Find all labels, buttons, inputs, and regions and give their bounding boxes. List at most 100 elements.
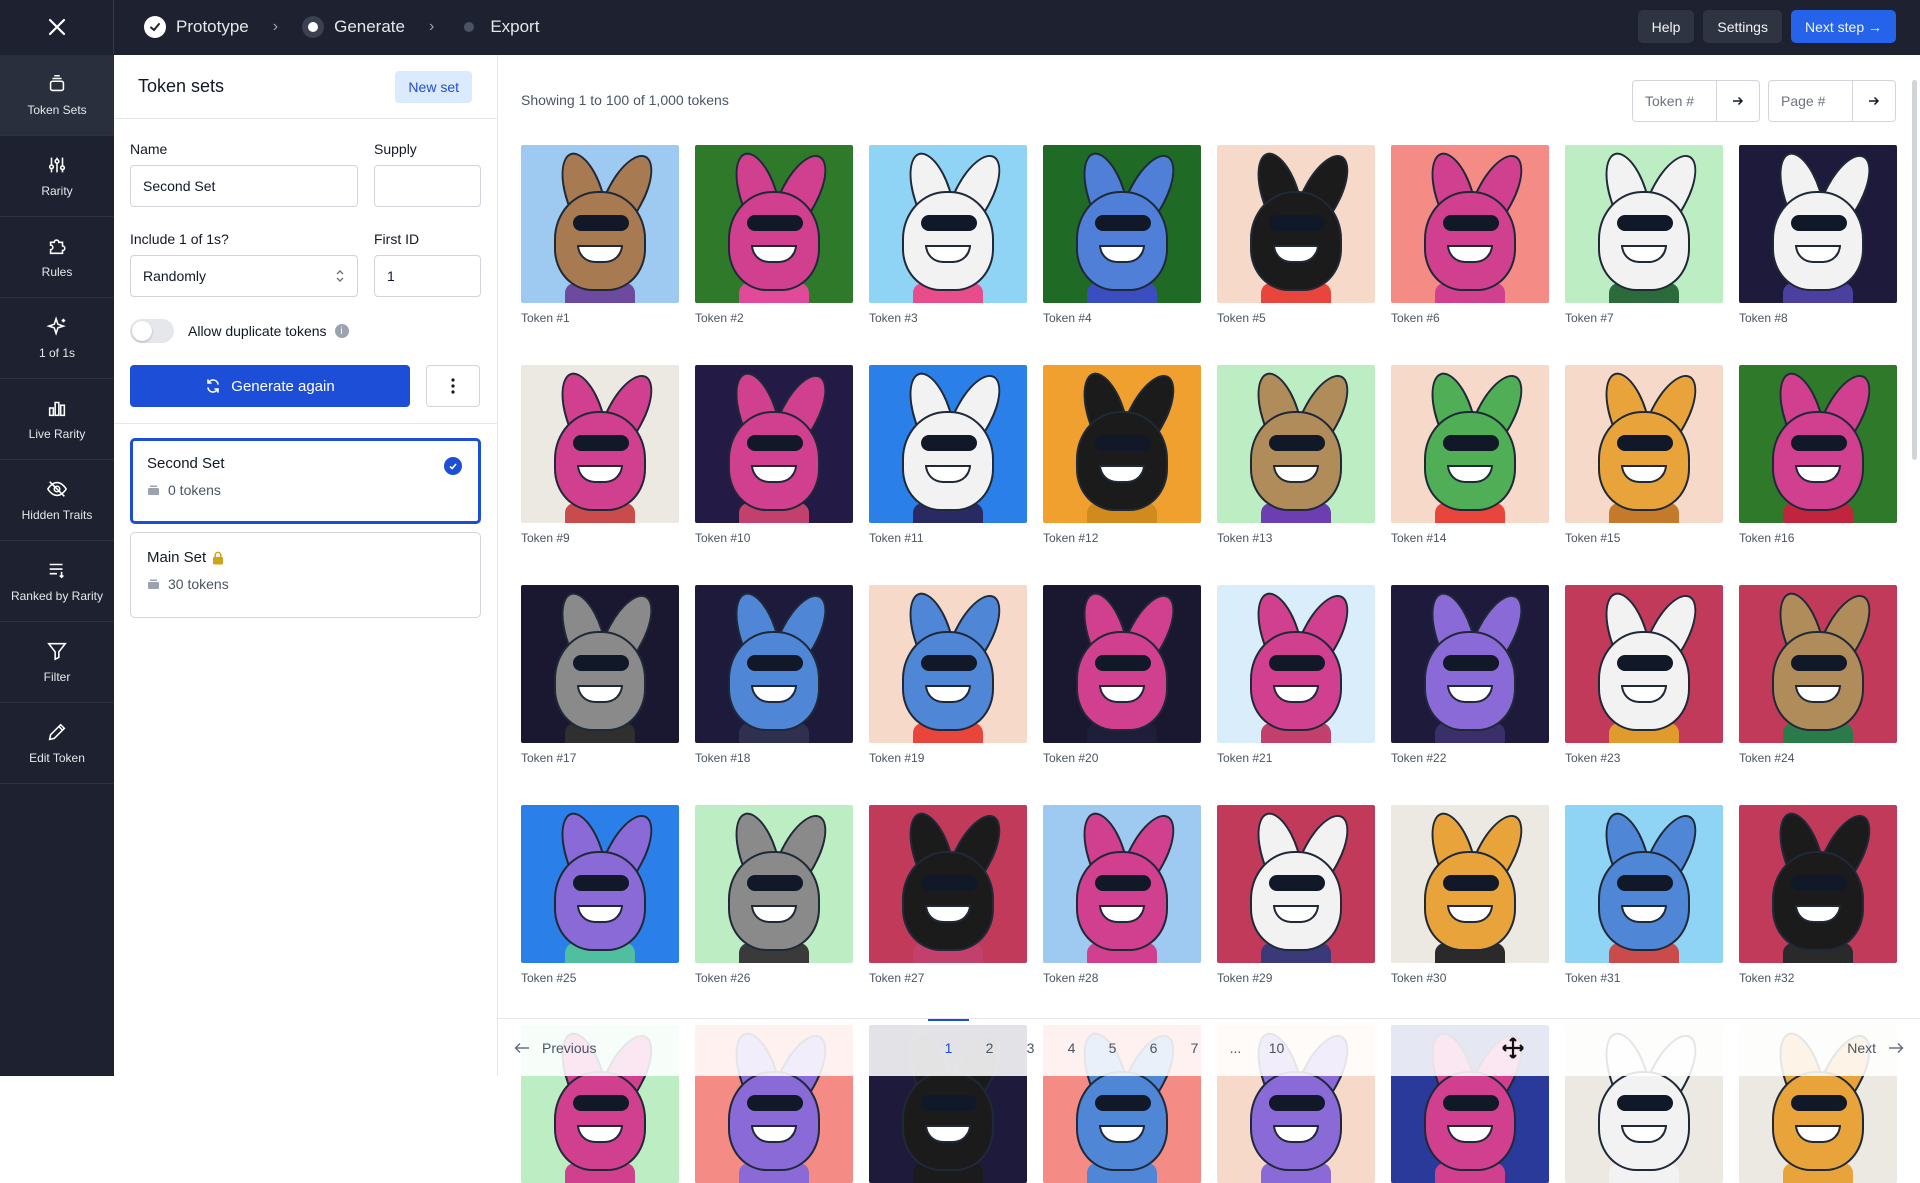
token-image[interactable] — [1043, 585, 1201, 743]
next-step-button[interactable]: Next step → — [1790, 10, 1896, 43]
rail-item-ranked-by-rarity[interactable]: Ranked by Rarity — [0, 541, 114, 622]
token-tile[interactable]: Token #6 — [1391, 145, 1549, 325]
token-image[interactable] — [1565, 365, 1723, 523]
token-tile[interactable]: Token #15 — [1565, 365, 1723, 545]
token-tile[interactable]: Token #32 — [1739, 805, 1897, 985]
page-jump-go-button[interactable] — [1852, 80, 1896, 122]
scrollbar-thumb[interactable] — [1912, 80, 1917, 460]
token-tile[interactable]: Token #23 — [1565, 585, 1723, 765]
token-tile[interactable]: Token #9 — [521, 365, 679, 545]
step-generate[interactable]: Generate — [302, 16, 405, 38]
help-button[interactable]: Help — [1637, 10, 1695, 43]
rail-item-rules[interactable]: Rules — [0, 217, 114, 298]
token-tile[interactable]: Token #4 — [1043, 145, 1201, 325]
token-tile[interactable]: Token #14 — [1391, 365, 1549, 545]
token-image[interactable] — [1043, 805, 1201, 963]
previous-page-button[interactable]: Previous — [514, 1040, 596, 1056]
token-image[interactable] — [521, 145, 679, 303]
token-tile[interactable]: Token #28 — [1043, 805, 1201, 985]
token-tile[interactable]: Token #16 — [1739, 365, 1897, 545]
token-image[interactable] — [1391, 365, 1549, 523]
token-image[interactable] — [869, 145, 1027, 303]
token-tile[interactable]: Token #21 — [1217, 585, 1375, 765]
token-tile[interactable]: Token #13 — [1217, 365, 1375, 545]
token-jump-go-button[interactable] — [1716, 80, 1760, 122]
token-image[interactable] — [1565, 805, 1723, 963]
first-id-input[interactable]: 1 — [374, 255, 481, 297]
generate-again-button[interactable]: Generate again — [130, 365, 410, 407]
token-tile[interactable]: Token #17 — [521, 585, 679, 765]
set-card-main-set[interactable]: Main Set 30 tokens — [130, 532, 481, 618]
token-image[interactable] — [695, 805, 853, 963]
token-tile[interactable]: Token #3 — [869, 145, 1027, 325]
token-image[interactable] — [869, 805, 1027, 963]
token-tile[interactable]: Token #2 — [695, 145, 853, 325]
rail-item-edit-token[interactable]: Edit Token — [0, 703, 114, 784]
token-tile[interactable]: Token #22 — [1391, 585, 1549, 765]
token-tile[interactable]: Token #19 — [869, 585, 1027, 765]
more-options-button[interactable] — [426, 365, 480, 407]
token-image[interactable] — [1217, 365, 1375, 523]
token-image[interactable] — [1565, 585, 1723, 743]
step-export[interactable]: Export — [458, 17, 539, 37]
token-image[interactable] — [521, 805, 679, 963]
rail-item-rarity[interactable]: Rarity — [0, 136, 114, 217]
next-page-button[interactable]: Next — [1847, 1040, 1904, 1056]
token-image[interactable] — [1739, 145, 1897, 303]
token-tile[interactable]: Token #25 — [521, 805, 679, 985]
token-tile[interactable]: Token #10 — [695, 365, 853, 545]
rail-item-filter[interactable]: Filter — [0, 622, 114, 703]
token-tile[interactable]: Token #18 — [695, 585, 853, 765]
token-tile[interactable]: Token #1 — [521, 145, 679, 325]
token-tile[interactable]: Token #27 — [869, 805, 1027, 985]
token-image[interactable] — [869, 365, 1027, 523]
token-image[interactable] — [1739, 365, 1897, 523]
token-tile[interactable]: Token #30 — [1391, 805, 1549, 985]
token-tile[interactable]: Token #29 — [1217, 805, 1375, 985]
token-tile[interactable]: Token #26 — [695, 805, 853, 985]
rail-item-one-of-ones[interactable]: 1 of 1s — [0, 298, 114, 379]
rail-item-token-sets[interactable]: Token Sets — [0, 55, 114, 136]
token-tile[interactable]: Token #31 — [1565, 805, 1723, 985]
token-image[interactable] — [695, 585, 853, 743]
token-tile[interactable]: Token #12 — [1043, 365, 1201, 545]
token-tile[interactable]: Token #11 — [869, 365, 1027, 545]
token-image[interactable] — [1043, 145, 1201, 303]
token-image[interactable] — [695, 365, 853, 523]
new-set-button[interactable]: New set — [395, 70, 472, 103]
token-tile[interactable]: Token #8 — [1739, 145, 1897, 325]
token-image[interactable] — [1043, 365, 1201, 523]
token-image[interactable] — [1739, 805, 1897, 963]
token-image[interactable] — [1565, 145, 1723, 303]
token-image[interactable] — [1739, 585, 1897, 743]
token-image[interactable] — [1391, 585, 1549, 743]
page-number[interactable]: 3 — [1010, 1019, 1051, 1077]
set-card-second-set[interactable]: Second Set 0 tokens — [130, 438, 481, 524]
supply-input[interactable] — [374, 165, 481, 207]
page-number[interactable]: 10 — [1256, 1019, 1297, 1077]
info-icon[interactable]: i — [334, 324, 349, 338]
token-image[interactable] — [1391, 145, 1549, 303]
token-image[interactable] — [1391, 805, 1549, 963]
token-tile[interactable]: Token #7 — [1565, 145, 1723, 325]
page-number[interactable]: 7 — [1174, 1019, 1215, 1077]
page-number-input[interactable]: Page # — [1768, 80, 1852, 122]
token-image[interactable] — [521, 585, 679, 743]
token-image[interactable] — [695, 145, 853, 303]
rail-item-hidden-traits[interactable]: Hidden Traits — [0, 460, 114, 541]
token-image[interactable] — [869, 585, 1027, 743]
include-select[interactable]: Randomly — [130, 255, 358, 297]
page-number[interactable]: 6 — [1133, 1019, 1174, 1077]
token-image[interactable] — [1217, 805, 1375, 963]
close-button[interactable] — [0, 0, 114, 54]
page-number[interactable]: 4 — [1051, 1019, 1092, 1077]
token-image[interactable] — [1217, 145, 1375, 303]
token-tile[interactable]: Token #5 — [1217, 145, 1375, 325]
token-image[interactable] — [1217, 585, 1375, 743]
rail-item-live-rarity[interactable]: Live Rarity — [0, 379, 114, 460]
page-number[interactable]: 1 — [928, 1018, 969, 1077]
token-number-input[interactable]: Token # — [1632, 80, 1716, 122]
page-number[interactable]: 5 — [1092, 1019, 1133, 1077]
duplicate-toggle[interactable] — [130, 319, 174, 343]
step-prototype[interactable]: Prototype — [144, 16, 249, 38]
